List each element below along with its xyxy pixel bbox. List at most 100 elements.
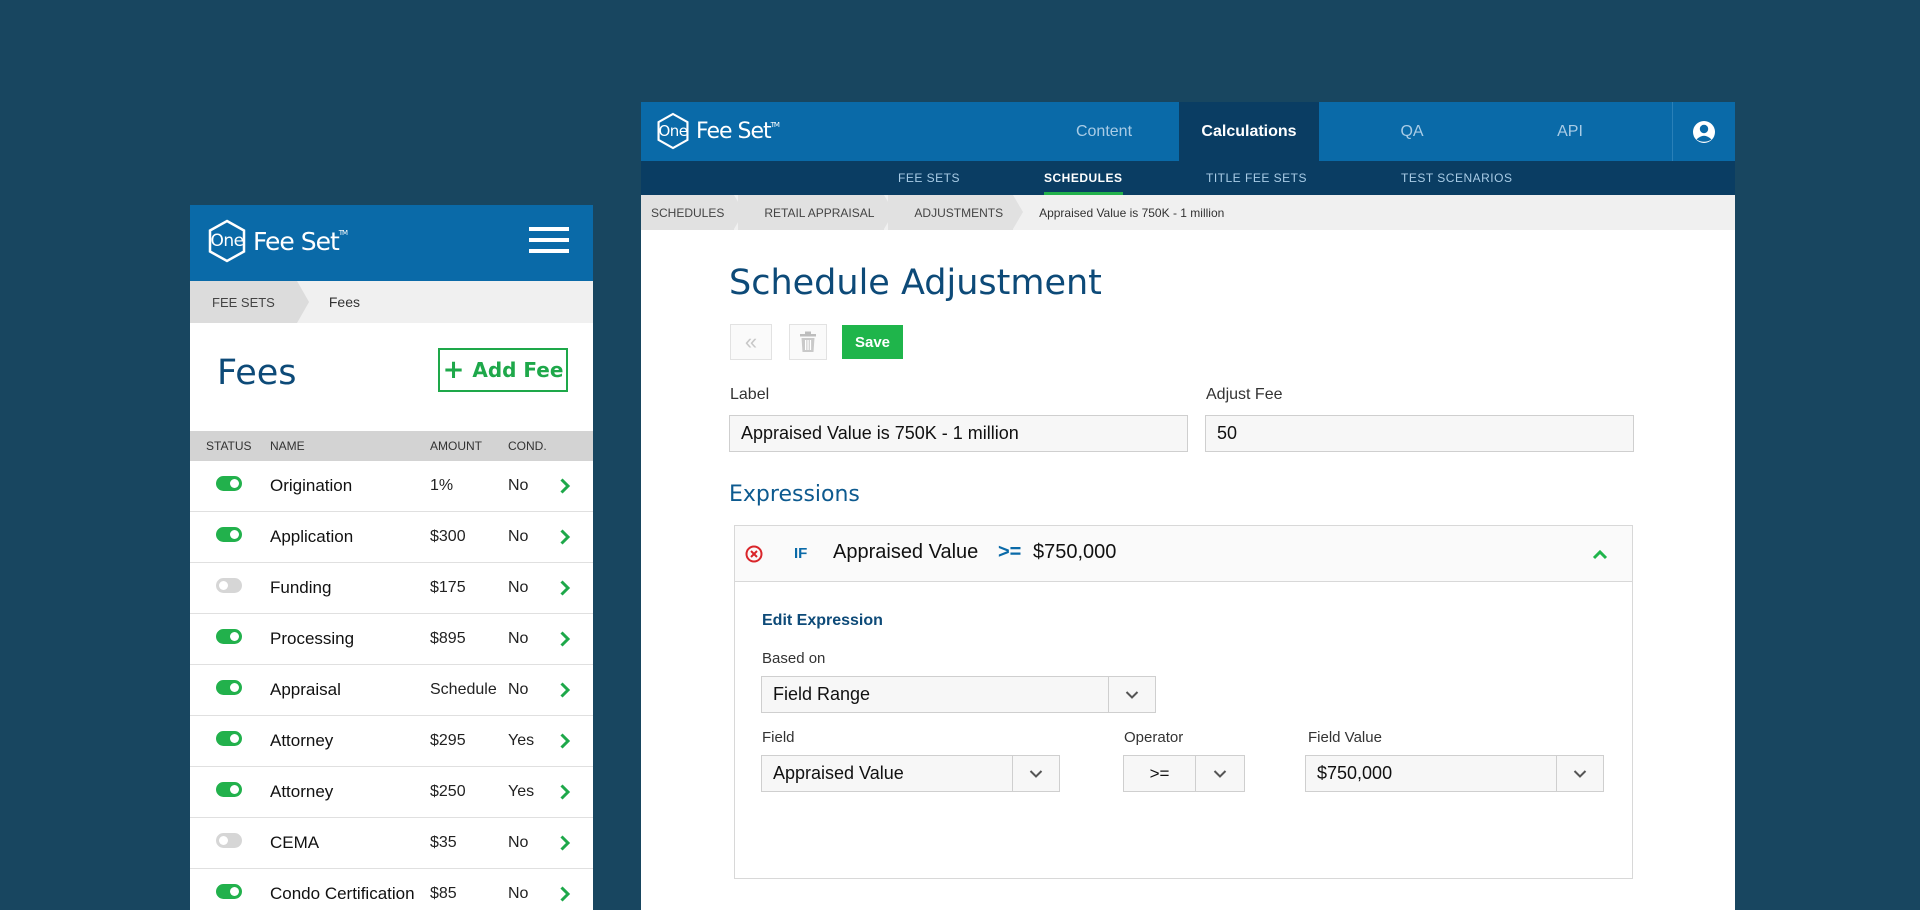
expression-card: IF Appraised Value >= $750,000 Edit Expr… [734,525,1633,879]
user-icon[interactable] [1672,102,1735,161]
chevron-right-icon[interactable] [559,886,571,902]
fees-table-body: Origination 1% No Application $300 No Funding $… [190,461,593,910]
fee-name: Condo Certification [270,884,415,903]
fee-cond: No [508,477,529,494]
fee-name: Attorney [270,731,334,750]
field-label: Field [762,729,795,746]
plus-icon: + [442,355,465,385]
nav-api[interactable]: API [1505,102,1635,161]
fee-cond: Yes [508,783,535,800]
fee-amount: 1% [430,477,454,494]
chevron-right-icon[interactable] [559,478,571,494]
table-row[interactable]: Attorney $295 Yes [190,716,593,767]
breadcrumb-fee-sets[interactable]: FEE SETS [190,281,309,323]
subnav-title-fee-sets[interactable]: TITLE FEE SETS [1206,161,1307,195]
logo-tm: TM [338,228,348,237]
chevron-right-icon[interactable] [559,733,571,749]
fee-cond: Yes [508,732,535,749]
fee-amount: $85 [430,885,457,902]
table-row[interactable]: Funding $175 No [190,563,593,614]
fee-name: Origination [270,476,353,495]
status-cell [190,578,270,598]
field-value-value: $750,000 [1306,756,1557,791]
toggle-icon[interactable] [216,782,242,797]
table-row[interactable]: CEMA $35 No [190,818,593,869]
logo-word: Fee Set [253,226,340,256]
chevron-right-icon[interactable] [559,835,571,851]
table-row[interactable]: Attorney $250 Yes [190,767,593,818]
sub-nav: FEE SETS SCHEDULES TITLE FEE SETS TEST S… [641,161,1735,195]
fee-name: Attorney [270,782,334,801]
table-row[interactable]: Application $300 No [190,512,593,563]
field-value-select[interactable]: $750,000 [1305,755,1604,792]
table-row[interactable]: Appraisal Schedule No [190,665,593,716]
chevron-right-icon[interactable] [559,580,571,596]
save-button[interactable]: Save [842,325,903,359]
adjust-fee-input[interactable]: 50 [1205,415,1634,452]
field-select[interactable]: Appraised Value [761,755,1060,792]
desktop-panel: One Fee SetTM Content Calculations QA AP… [641,102,1735,910]
mobile-header: One Fee SetTM [190,205,593,281]
breadcrumb-retail-appraisal[interactable]: RETAIL APPRAISAL [738,195,895,230]
table-row[interactable]: Condo Certification $85 No [190,869,593,910]
chevron-right-icon[interactable] [559,631,571,647]
breadcrumb-current: Appraised Value is 750K - 1 million [1039,205,1225,220]
fee-amount: $295 [430,732,466,749]
toggle-icon[interactable] [216,680,242,695]
chevron-right-icon[interactable] [559,529,571,545]
subnav-test-scenarios[interactable]: TEST SCENARIOS [1401,161,1512,195]
page-title: Schedule Adjustment [729,263,1102,303]
fee-amount: $895 [430,630,466,647]
menu-icon[interactable] [529,227,569,257]
fee-cond: No [508,528,529,545]
remove-circle-icon[interactable] [745,545,763,563]
mobile-title-row: Fees + Add Fee [190,323,593,431]
toggle-icon[interactable] [216,884,242,899]
breadcrumb-schedules[interactable]: SCHEDULES [641,195,745,230]
col-header-amount: AMOUNT [430,439,482,453]
based-on-select[interactable]: Field Range [761,676,1156,713]
add-fee-button[interactable]: + Add Fee [438,348,568,392]
if-keyword: IF [794,545,808,562]
toggle-icon[interactable] [216,833,242,848]
delete-button[interactable] [789,324,827,360]
breadcrumb: SCHEDULES RETAIL APPRAISAL ADJUSTMENTS A… [641,195,1735,230]
fee-name: Appraisal [270,680,341,699]
chevron-right-icon[interactable] [559,682,571,698]
brand-logo[interactable]: One Fee SetTM [207,219,348,263]
col-header-status: STATUS [206,439,252,453]
fee-name: CEMA [270,833,320,852]
breadcrumb-adjustments[interactable]: ADJUSTMENTS [888,195,1023,230]
brand-logo[interactable]: One Fee SetTM [656,112,780,150]
fee-cond: No [508,885,529,902]
logo-hex-icon: One [207,219,247,263]
subnav-fee-sets[interactable]: FEE SETS [898,161,960,195]
nav-qa[interactable]: QA [1319,102,1505,161]
status-cell [190,476,270,496]
back-button[interactable]: « [730,324,772,360]
chevron-down-icon [1109,677,1155,712]
nav-calculations[interactable]: Calculations [1179,102,1319,161]
col-header-name: NAME [270,439,305,453]
top-bar: One Fee SetTM Content Calculations QA AP… [641,102,1735,161]
operator-select[interactable]: >= [1123,755,1245,792]
chevron-up-icon[interactable] [1592,548,1608,560]
status-cell [190,884,270,904]
chevron-right-icon[interactable] [559,784,571,800]
expression-operator: >= [998,541,1022,563]
col-header-cond: COND. [508,439,547,453]
toggle-icon[interactable] [216,578,242,593]
toggle-icon[interactable] [216,476,242,491]
toggle-icon[interactable] [216,731,242,746]
status-cell [190,731,270,751]
subnav-schedules[interactable]: SCHEDULES [1044,161,1123,195]
status-cell [190,629,270,649]
toggle-icon[interactable] [216,527,242,542]
label-input[interactable]: Appraised Value is 750K - 1 million [729,415,1188,452]
nav-content[interactable]: Content [1029,102,1179,161]
expression-header[interactable]: IF Appraised Value >= $750,000 [735,526,1632,582]
table-row[interactable]: Origination 1% No [190,461,593,512]
toggle-icon[interactable] [216,629,242,644]
table-row[interactable]: Processing $895 No [190,614,593,665]
status-cell [190,680,270,700]
